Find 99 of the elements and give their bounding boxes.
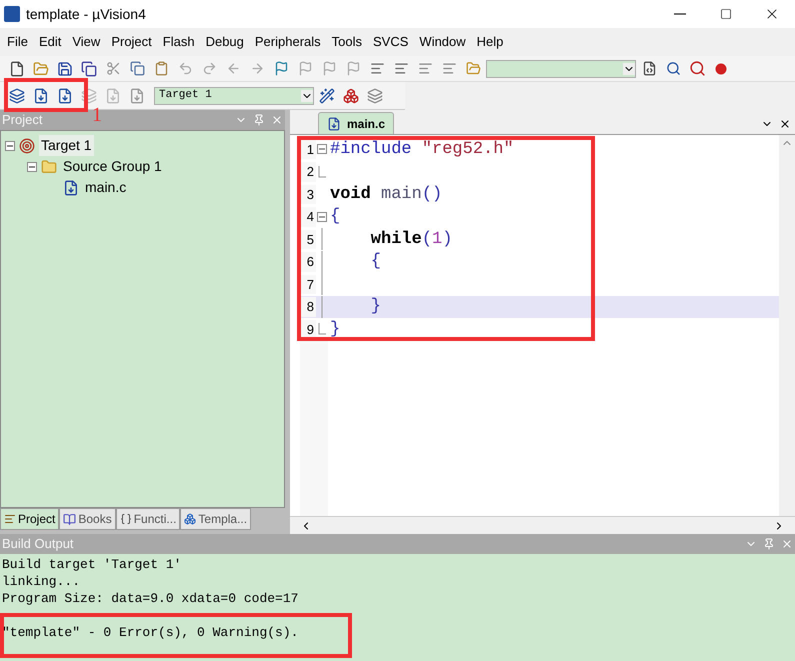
line-number: 8: [300, 297, 316, 316]
right-arrow-icon: [250, 61, 264, 76]
dropdown-icon: [301, 90, 313, 102]
line-number: 2: [300, 162, 316, 182]
lines-icon: [418, 61, 432, 76]
panel-tab[interactable]: Project: [0, 508, 60, 530]
search-icon: [666, 61, 680, 76]
file-icon: [327, 116, 341, 130]
lines-icon: [370, 61, 384, 76]
scissors-icon: [106, 61, 120, 76]
close-icon[interactable]: [779, 118, 791, 130]
menu-item[interactable]: Help: [472, 32, 508, 52]
output-line: Build target 'Target 1': [2, 556, 182, 573]
page-arrow-icon: [33, 88, 49, 104]
editor-tab[interactable]: main.c: [318, 112, 394, 134]
output-line: Program Size: data=9.0 xdata=0 code=17: [2, 590, 300, 607]
panel-tab[interactable]: Functi...: [116, 508, 180, 530]
menu-item[interactable]: Edit: [34, 32, 66, 52]
menu-item[interactable]: File: [2, 32, 33, 52]
tree-item[interactable]: Source Group 1: [61, 156, 164, 177]
lines-icon: [442, 61, 456, 76]
clipboard-icon: [154, 61, 168, 76]
code-line: }: [370, 296, 382, 318]
window-title: template - µVision4: [26, 4, 146, 24]
menu-item[interactable]: View: [67, 32, 106, 52]
dropdown-icon: [623, 62, 635, 74]
menu-item[interactable]: Peripherals: [250, 32, 326, 52]
fold-toggle-icon[interactable]: [317, 212, 327, 222]
code-line: {: [370, 251, 382, 273]
book-icon: [63, 512, 76, 526]
flag-icon: [322, 61, 336, 76]
code-line: #include "reg52.h": [329, 138, 514, 160]
code-line: void main(): [329, 184, 442, 206]
fold-toggle-icon[interactable]: [317, 144, 327, 154]
tree-item[interactable]: Target 1: [39, 135, 94, 156]
search-combo-field[interactable]: [486, 60, 636, 78]
flag-icon: [346, 61, 360, 76]
output-line: "template" - 0 Error(s), 0 Warning(s).: [2, 624, 300, 641]
collapse-toggle[interactable]: [5, 140, 15, 150]
minimize-icon: [674, 13, 686, 15]
wand-icon: [319, 88, 335, 104]
menu-item[interactable]: SVCS: [368, 32, 414, 52]
folder-icon: [41, 158, 57, 174]
folder-icon: [466, 61, 480, 76]
menu-item[interactable]: Project: [106, 32, 157, 52]
line-number: 4: [300, 207, 316, 226]
line-number: 6: [300, 252, 316, 272]
page-arrow-icon: [57, 88, 73, 104]
fold-end-icon: [318, 323, 326, 336]
save-icon: [57, 60, 73, 76]
target-icon: [19, 138, 35, 154]
copy-icon: [130, 61, 144, 76]
panel-title: Project: [2, 111, 42, 130]
line-number: 3: [300, 184, 316, 204]
layers-icon: [9, 88, 25, 104]
target-select[interactable]: Target 1: [154, 86, 314, 104]
code-line: }: [329, 318, 340, 340]
folder-icon: [33, 60, 49, 76]
maximize-icon: [720, 8, 732, 20]
fold-end-icon: [318, 166, 326, 178]
file-icon: [63, 180, 79, 196]
pin-icon[interactable]: [253, 114, 265, 126]
app-logo-icon: [4, 6, 20, 22]
panel-tab[interactable]: Books: [59, 508, 116, 530]
page-icon: [9, 60, 25, 76]
braces-icon: [120, 513, 132, 525]
blocks-icon: [343, 88, 359, 104]
magnifier-icon: [688, 60, 706, 77]
layers-icon: [81, 88, 97, 104]
flag-icon: [298, 61, 312, 76]
line-number: 7: [300, 274, 316, 294]
panel-title: Build Output: [2, 535, 74, 554]
pin-icon[interactable]: [763, 538, 775, 550]
code-line: while(1): [370, 228, 452, 250]
menu-item[interactable]: Window: [414, 32, 471, 52]
code-line: {: [329, 206, 340, 228]
tree-item[interactable]: main.c: [83, 177, 128, 198]
undo-icon: [178, 61, 192, 76]
page-arrow-icon: [129, 88, 145, 104]
page-arrow-icon: [105, 88, 121, 104]
list-icon: [4, 513, 16, 525]
menu-item[interactable]: Flash: [158, 32, 200, 52]
panel-tab[interactable]: Templa...: [180, 508, 252, 530]
layers-icon: [367, 88, 383, 104]
blocks-icon: [184, 513, 196, 525]
annotation-label: 1: [92, 104, 102, 126]
vertical-scrollbar[interactable]: [779, 135, 795, 516]
menu-item[interactable]: Debug: [200, 32, 249, 52]
output-line: linking...: [2, 573, 82, 590]
flag-icon: [274, 61, 288, 76]
stacked-pages-icon: [81, 60, 97, 76]
collapse-toggle[interactable]: [27, 162, 37, 172]
redo-icon: [202, 61, 216, 76]
line-number: 5: [300, 230, 316, 249]
menu-item[interactable]: Tools: [326, 32, 368, 52]
code-page-icon: [642, 61, 656, 76]
lines-icon: [394, 61, 408, 76]
dot-icon: [715, 62, 727, 74]
horizontal-scrollbar[interactable]: [290, 516, 795, 534]
